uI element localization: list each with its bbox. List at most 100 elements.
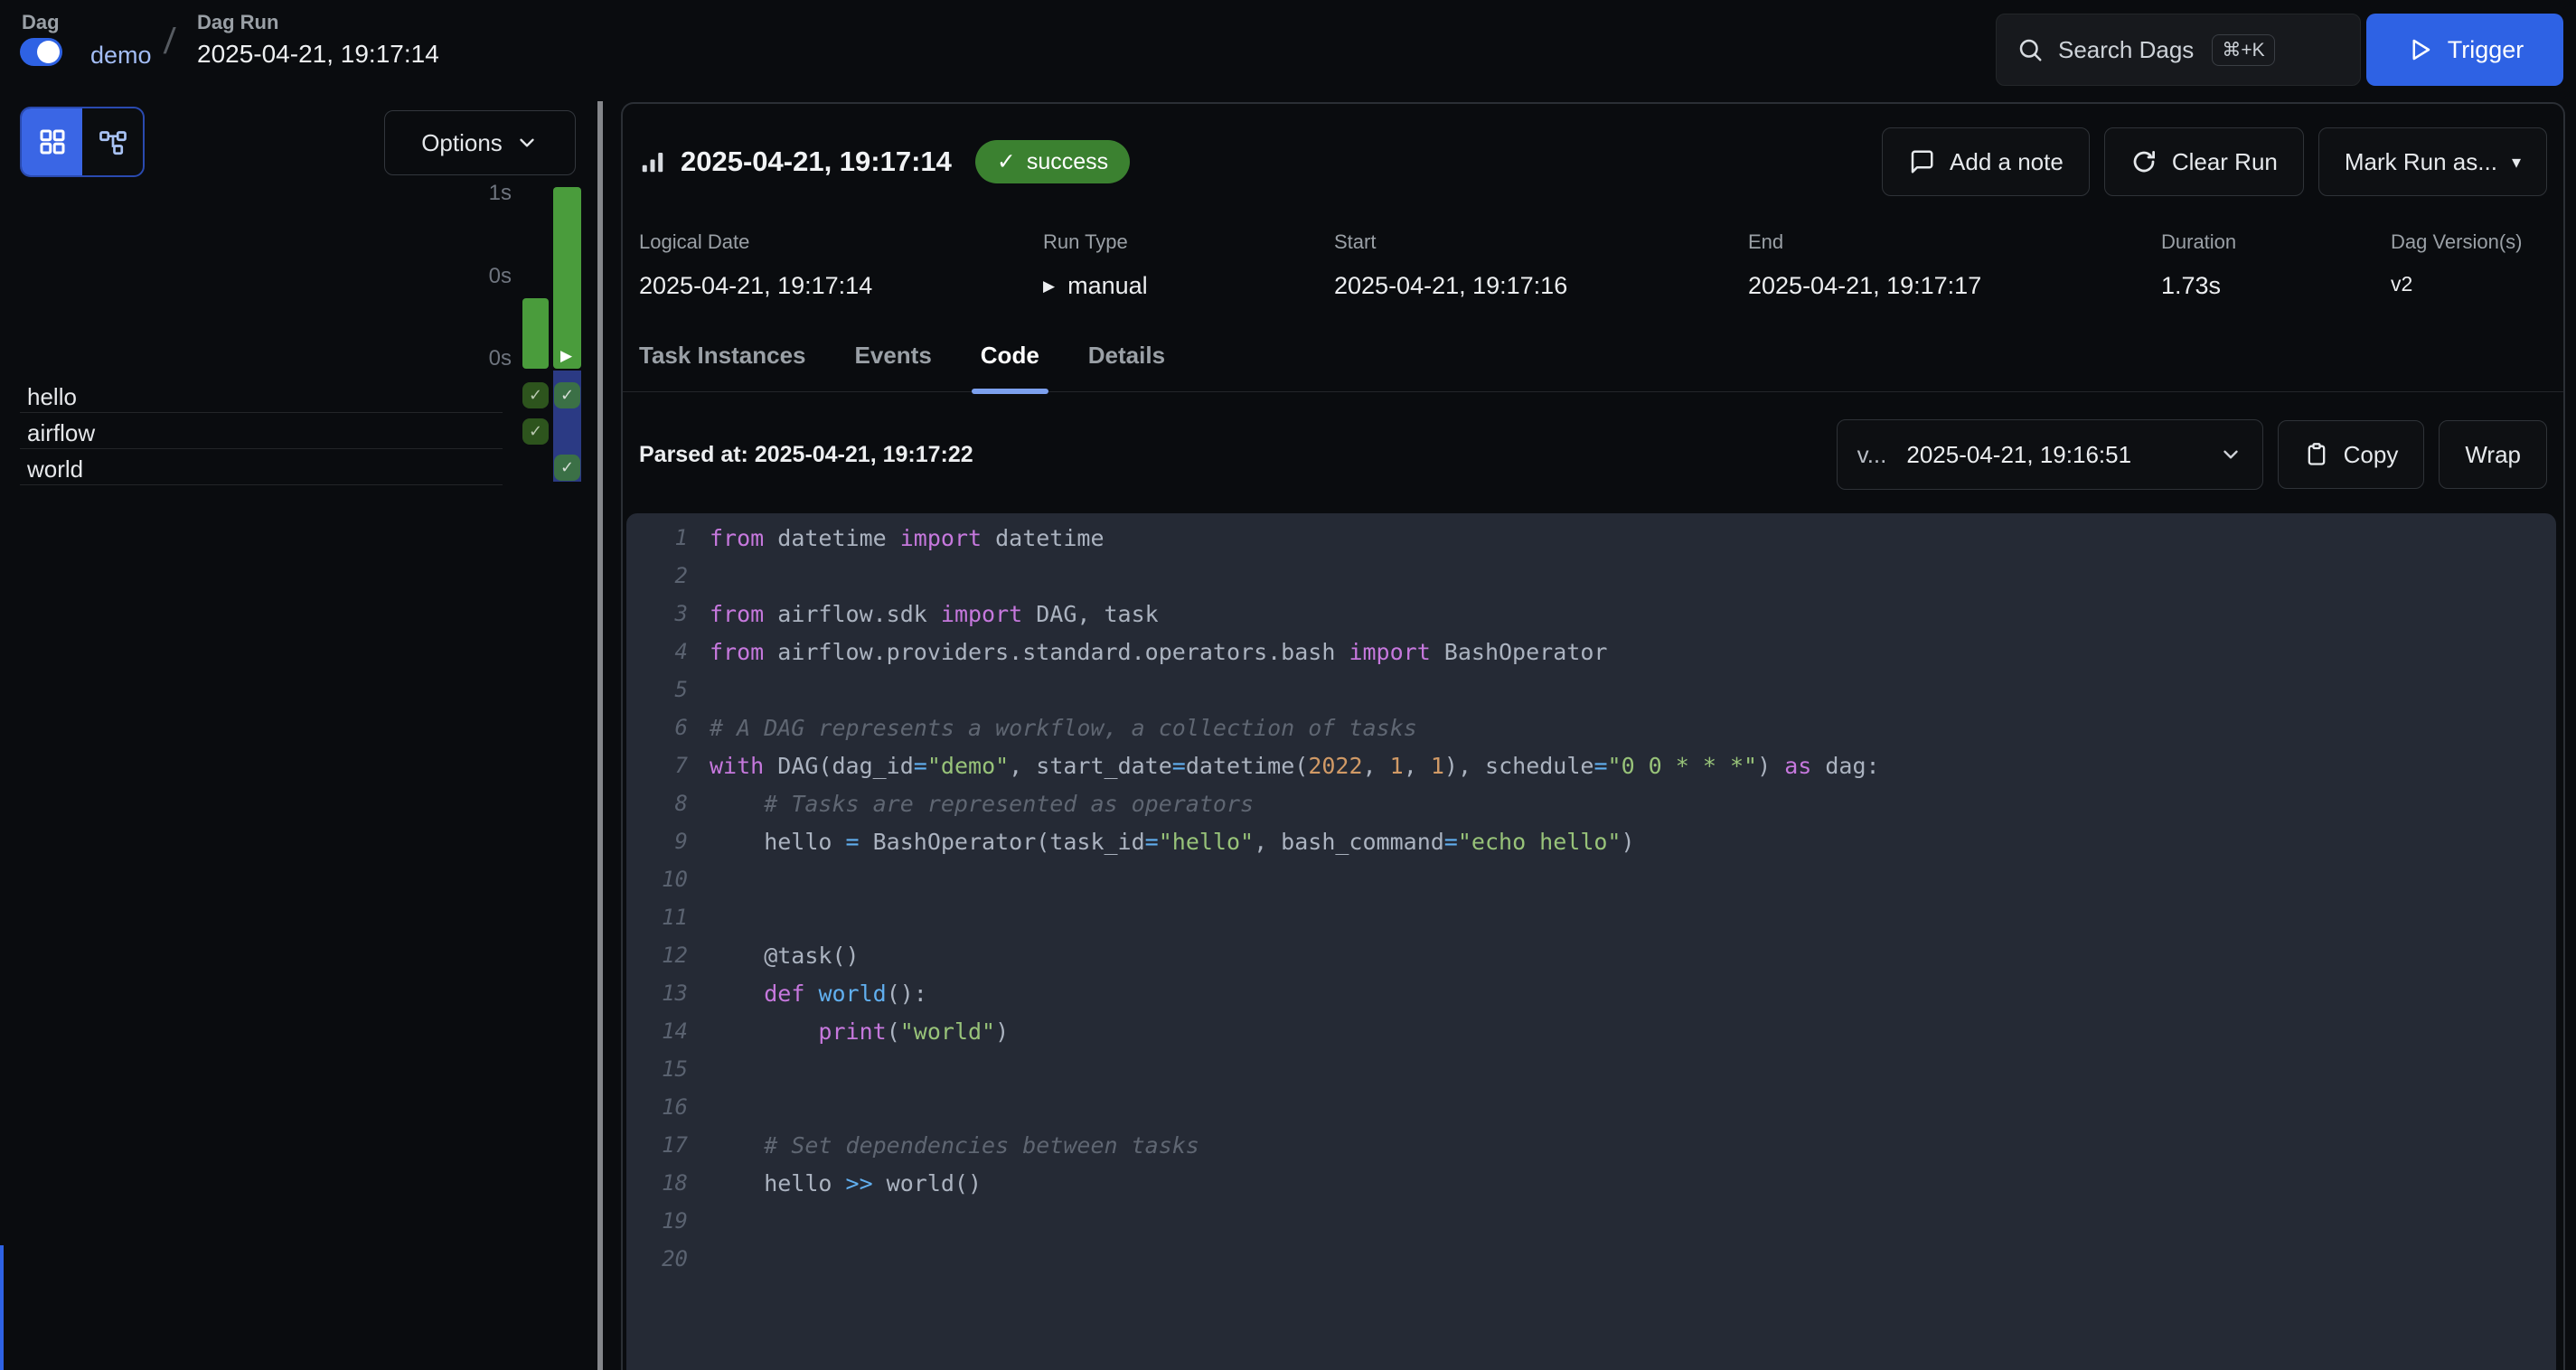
play-outline-icon xyxy=(2406,36,2433,63)
dag-breadcrumb-label: Dag xyxy=(22,11,60,34)
redo-icon xyxy=(2130,148,2158,175)
grid-icon xyxy=(36,126,69,158)
run-actions: Add a note Clear Run Mark Run as... ▾ xyxy=(1882,127,2547,196)
dagrun-breadcrumb-label: Dag Run xyxy=(197,11,278,34)
task-label-world[interactable]: world xyxy=(27,455,83,483)
check-icon: ✓ xyxy=(997,148,1016,175)
chevron-down-icon xyxy=(515,131,539,155)
grid-view-button[interactable] xyxy=(22,108,82,175)
copy-button[interactable]: Copy xyxy=(2278,420,2425,489)
task-instance-hello-selected-run[interactable]: ✓ xyxy=(554,382,580,408)
code-toolbar: Parsed at: 2025-04-21, 19:17:22 v... 202… xyxy=(623,419,2563,490)
line-source: hello = BashOperator(task_id="hello", ba… xyxy=(710,829,1635,855)
line-number: 17 xyxy=(626,1132,688,1158)
clear-run-label: Clear Run xyxy=(2172,148,2278,176)
options-button[interactable]: Options xyxy=(384,110,576,175)
tab-task-instances[interactable]: Task Instances xyxy=(639,342,806,391)
dagrun-breadcrumb-value: 2025-04-21, 19:17:14 xyxy=(197,40,439,69)
tab-code[interactable]: Code xyxy=(981,342,1039,391)
code-line-13: 13 def world(): xyxy=(626,974,2556,1012)
task-label-airflow[interactable]: airflow xyxy=(27,419,95,447)
run-state-label: success xyxy=(1027,149,1108,175)
caret-down-icon: ▾ xyxy=(2512,151,2521,174)
meta-label: Run Type xyxy=(1043,230,1334,254)
run-duration-bar-selected[interactable] xyxy=(553,187,581,369)
panel-splitter[interactable] xyxy=(597,101,603,1370)
line-source: # Tasks are represented as operators xyxy=(710,791,1254,817)
tab-details[interactable]: Details xyxy=(1088,342,1165,391)
meta-label: End xyxy=(1748,230,2161,254)
line-source: with DAG(dag_id="demo", start_date=datet… xyxy=(710,753,1880,779)
trigger-button[interactable]: Trigger xyxy=(2366,14,2563,86)
trigger-label: Trigger xyxy=(2448,36,2524,64)
meta-label: Logical Date xyxy=(639,230,1043,254)
line-number: 2 xyxy=(626,563,688,588)
wrap-label: Wrap xyxy=(2465,441,2521,469)
line-source: from datetime import datetime xyxy=(710,525,1105,551)
code-line-20: 20 xyxy=(626,1240,2556,1278)
dag-pause-toggle[interactable] xyxy=(20,38,62,66)
axis-tick-label: 1s xyxy=(457,181,512,206)
run-metadata: Logical Date2025-04-21, 19:17:14Run Type… xyxy=(623,230,2563,300)
meta-start: Start2025-04-21, 19:17:16 xyxy=(1334,230,1748,300)
line-number: 7 xyxy=(626,753,688,778)
search-placeholder: Search Dags xyxy=(2058,36,2194,64)
mark-run-as-button[interactable]: Mark Run as... ▾ xyxy=(2318,127,2547,196)
line-number: 9 xyxy=(626,829,688,854)
search-shortcut-kbd: ⌘+K xyxy=(2212,34,2274,66)
code-line-10: 10 xyxy=(626,860,2556,898)
search-dags-input[interactable]: Search Dags ⌘+K xyxy=(1996,14,2361,86)
meta-run-type: Run Type ▶manual xyxy=(1043,230,1334,300)
line-number: 1 xyxy=(626,525,688,550)
wrap-button[interactable]: Wrap xyxy=(2439,420,2547,489)
line-source: @task() xyxy=(710,943,860,969)
tab-events[interactable]: Events xyxy=(855,342,932,391)
code-line-9: 9 hello = BashOperator(task_id="hello", … xyxy=(626,822,2556,860)
row-divider xyxy=(20,484,503,485)
line-number: 16 xyxy=(626,1094,688,1120)
meta-dag-version-s-: Dag Version(s)v2 xyxy=(2391,230,2547,300)
line-number: 20 xyxy=(626,1246,688,1271)
meta-value: 1.73s xyxy=(2161,272,2391,300)
version-prefix: v... xyxy=(1857,441,1887,469)
meta-logical-date: Logical Date2025-04-21, 19:17:14 xyxy=(639,230,1043,300)
line-number: 18 xyxy=(626,1170,688,1196)
dag-name-link[interactable]: demo xyxy=(90,42,152,70)
breadcrumb-separator: / xyxy=(163,22,177,62)
play-icon: ▶ xyxy=(1043,277,1055,296)
add-note-button[interactable]: Add a note xyxy=(1882,127,2090,196)
meta-label: Dag Version(s) xyxy=(2391,230,2547,254)
options-label: Options xyxy=(421,129,503,157)
meta-label: Duration xyxy=(2161,230,2391,254)
code-line-14: 14 print("world") xyxy=(626,1012,2556,1050)
task-instance-world-selected-run[interactable]: ✓ xyxy=(554,455,580,481)
line-number: 8 xyxy=(626,791,688,816)
dag-code-view[interactable]: 1from datetime import datetime23from air… xyxy=(626,513,2556,1370)
run-state-badge: ✓ success xyxy=(975,140,1130,183)
clear-run-button[interactable]: Clear Run xyxy=(2104,127,2304,196)
line-number: 5 xyxy=(626,677,688,702)
dag-version-select[interactable]: v... 2025-04-21, 19:16:51 xyxy=(1837,419,2263,490)
task-label-hello[interactable]: hello xyxy=(27,383,77,411)
task-instance-hello-previous-run[interactable]: ✓ xyxy=(522,382,549,408)
meta-value: ▶manual xyxy=(1043,272,1334,300)
line-source: print("world") xyxy=(710,1018,1009,1045)
code-line-2: 2 xyxy=(626,557,2556,595)
line-number: 13 xyxy=(626,981,688,1006)
code-line-7: 7 with DAG(dag_id="demo", start_date=date… xyxy=(626,746,2556,784)
code-line-15: 15 xyxy=(626,1050,2556,1088)
meta-value: 2025-04-21, 19:17:16 xyxy=(1334,272,1748,300)
row-divider xyxy=(20,448,503,449)
code-line-11: 11 xyxy=(626,898,2556,936)
task-instance-airflow-previous-run[interactable]: ✓ xyxy=(522,418,549,445)
line-number: 4 xyxy=(626,639,688,664)
line-number: 15 xyxy=(626,1056,688,1082)
version-date: 2025-04-21, 19:16:51 xyxy=(1906,441,2131,469)
line-source: hello >> world() xyxy=(710,1170,982,1196)
graph-view-button[interactable] xyxy=(82,108,143,175)
mark-run-as-label: Mark Run as... xyxy=(2345,148,2497,176)
code-line-6: 6# A DAG represents a workflow, a collec… xyxy=(626,708,2556,746)
code-line-12: 12 @task() xyxy=(626,936,2556,974)
line-source: def world(): xyxy=(710,981,927,1007)
run-duration-bar-previous[interactable] xyxy=(522,298,549,369)
